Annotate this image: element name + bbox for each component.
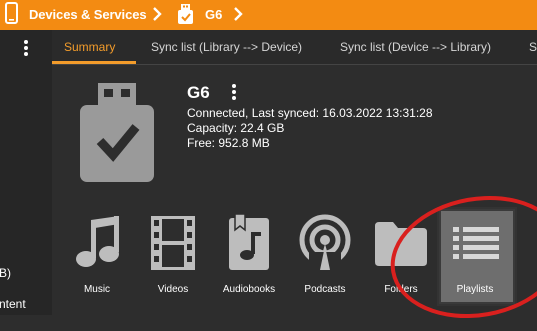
film-icon	[151, 216, 195, 270]
category-music[interactable]: Music	[57, 210, 137, 300]
sidebar: B) ntent	[0, 30, 52, 315]
device-free-space: Free: 952.8 MB	[187, 136, 270, 150]
category-podcasts[interactable]: Podcasts	[285, 210, 365, 300]
tab-summary[interactable]: Summary	[64, 40, 115, 54]
usb-icon	[178, 4, 193, 24]
category-videos[interactable]: Videos	[133, 210, 213, 300]
category-label: Podcasts	[304, 284, 346, 295]
usb-device-icon	[80, 83, 154, 182]
sidebar-item[interactable]: ntent	[0, 297, 26, 311]
device-status: Connected, Last synced: 16.03.2022 13:31…	[187, 106, 433, 120]
category-label: Videos	[157, 284, 189, 295]
category-label: Music	[83, 284, 111, 295]
tab-sync-library-to-device[interactable]: Sync list (Library --> Device)	[151, 40, 302, 54]
music-note-icon	[76, 216, 119, 267]
breadcrumb-device[interactable]: G6	[205, 7, 222, 22]
category-audiobooks[interactable]: Audiobooks	[209, 210, 289, 300]
active-tab-indicator	[52, 61, 136, 64]
breadcrumb-bar: Devices & Services G6	[0, 0, 537, 30]
tab-bar: Summary Sync list (Library --> Device) S…	[52, 30, 537, 65]
chevron-right-icon	[153, 7, 162, 21]
tab-sync-device-to-library[interactable]: Sync list (Device --> Library)	[340, 40, 491, 54]
phone-icon[interactable]	[5, 2, 18, 24]
breadcrumb-devices-services[interactable]: Devices & Services	[29, 7, 147, 22]
tab-more[interactable]: S	[529, 40, 537, 54]
more-options-icon[interactable]	[23, 39, 29, 57]
sidebar-item[interactable]: B)	[0, 266, 11, 280]
device-name: G6	[187, 83, 210, 102]
audiobook-icon	[229, 214, 269, 270]
device-capacity: Capacity: 22.4 GB	[187, 121, 285, 135]
device-menu-icon[interactable]	[231, 83, 237, 101]
highlight-annotation	[380, 182, 537, 331]
chevron-right-icon[interactable]	[232, 4, 244, 24]
category-label: Audiobooks	[222, 284, 276, 295]
podcast-icon	[299, 214, 351, 272]
